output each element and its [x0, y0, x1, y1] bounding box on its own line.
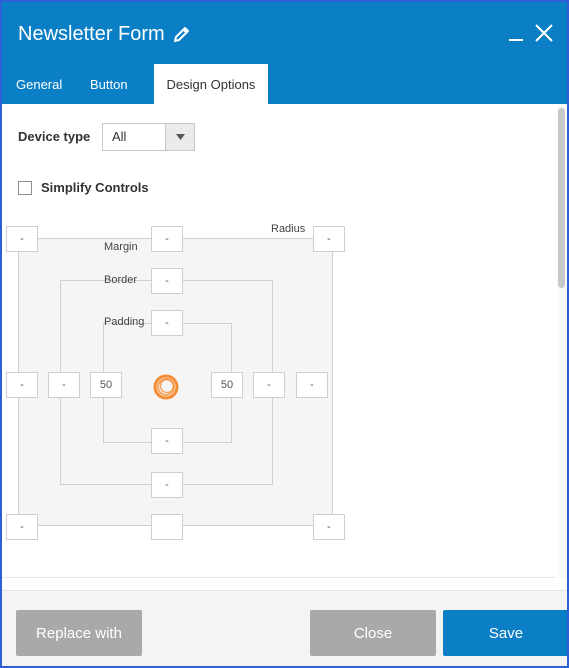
- window-header: Newsletter Form General Button Design Op…: [2, 2, 567, 104]
- save-button[interactable]: Save: [443, 610, 567, 656]
- simplify-controls-checkbox[interactable]: [18, 180, 32, 195]
- padding-bottom-input[interactable]: -: [151, 428, 183, 454]
- loading-spinner-icon: [152, 373, 180, 401]
- design-options-panel: Device type All Simplify Controls Margin…: [2, 104, 555, 578]
- scrollbar-thumb[interactable]: [558, 108, 565, 288]
- border-bottom-input[interactable]: -: [151, 472, 183, 498]
- device-type-select[interactable]: All: [102, 123, 195, 151]
- padding-label: Padding: [104, 316, 145, 328]
- border-left-input[interactable]: -: [48, 372, 80, 398]
- padding-top-input[interactable]: -: [151, 310, 183, 336]
- tab-bar: General Button Design Options: [2, 64, 268, 104]
- margin-label: Margin: [104, 241, 138, 253]
- edit-element-window: Newsletter Form General Button Design Op…: [0, 0, 569, 668]
- margin-right-input[interactable]: -: [296, 372, 328, 398]
- radius-bottom-left-input[interactable]: -: [6, 514, 38, 540]
- dropdown-arrow-icon[interactable]: [165, 124, 194, 150]
- window-title-text: Newsletter Form: [18, 22, 165, 45]
- margin-left-input[interactable]: -: [6, 372, 38, 398]
- border-top-input[interactable]: -: [151, 268, 183, 294]
- margin-bottom-input[interactable]: [151, 514, 183, 540]
- radius-bottom-right-input[interactable]: -: [313, 514, 345, 540]
- border-label: Border: [104, 274, 138, 286]
- simplify-controls-option[interactable]: Simplify Controls: [18, 180, 149, 195]
- simplify-controls-label: Simplify Controls: [41, 180, 149, 195]
- pencil-icon[interactable]: [173, 25, 191, 43]
- radius-top-right-input[interactable]: -: [313, 226, 345, 252]
- device-type-label: Device type: [18, 129, 91, 144]
- padding-left-input[interactable]: 50: [90, 372, 122, 398]
- minimize-icon: [509, 39, 523, 41]
- radius-label: Radius: [271, 223, 306, 235]
- tab-button[interactable]: Button: [76, 64, 154, 104]
- close-window-button[interactable]: [526, 12, 562, 54]
- close-icon: [535, 24, 553, 42]
- window-title[interactable]: Newsletter Form: [18, 20, 191, 48]
- border-right-input[interactable]: -: [253, 372, 285, 398]
- replace-with-button[interactable]: Replace with: [16, 610, 142, 656]
- padding-right-input[interactable]: 50: [211, 372, 243, 398]
- radius-top-left-input[interactable]: -: [6, 226, 38, 252]
- tab-general[interactable]: General: [2, 64, 76, 104]
- close-button[interactable]: Close: [310, 610, 436, 656]
- margin-top-input[interactable]: -: [151, 226, 183, 252]
- tab-design-options[interactable]: Design Options: [154, 64, 268, 104]
- window-footer: Replace with Close Save: [2, 590, 567, 666]
- content-scrollbar[interactable]: [557, 104, 567, 578]
- device-type-value: All: [112, 129, 127, 144]
